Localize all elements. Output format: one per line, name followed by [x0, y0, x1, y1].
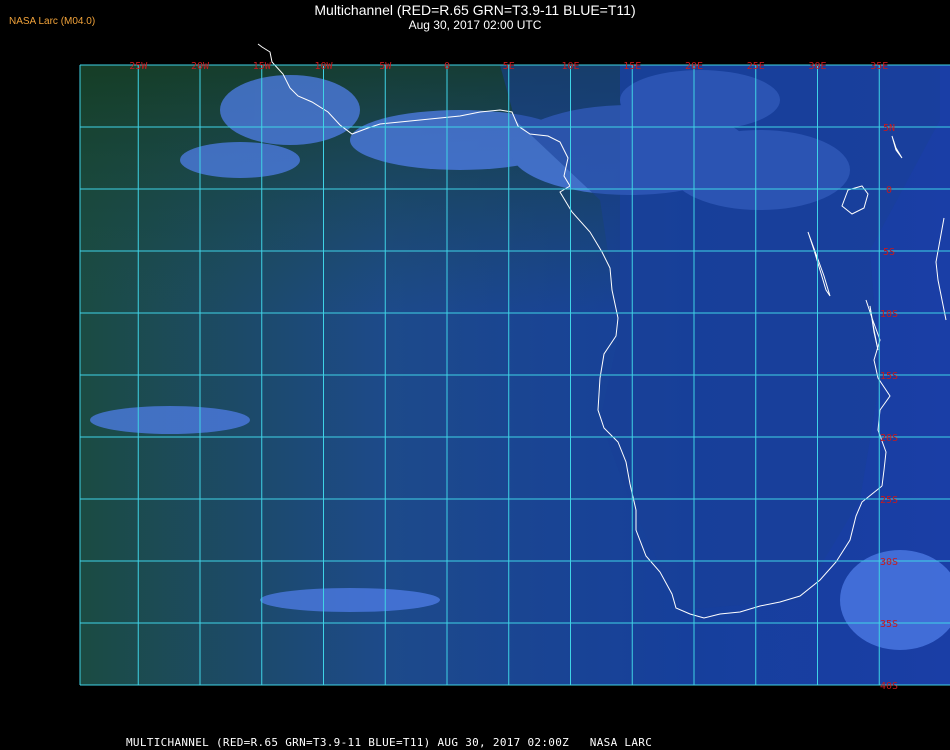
- footer-caption: MULTICHANNEL (RED=R.65 GRN=T3.9-11 BLUE=…: [126, 736, 653, 749]
- lon-label-10W: 10W: [314, 61, 333, 72]
- lat-label-30S: 30S: [880, 557, 898, 568]
- lon-label-35E: 35E: [870, 61, 888, 72]
- lon-label-25E: 25E: [747, 61, 765, 72]
- lon-label-10E: 10E: [561, 61, 579, 72]
- lon-label-20E: 20E: [685, 61, 703, 72]
- lat-label-5S: 5S: [883, 247, 895, 258]
- lat-label-10S: 10S: [880, 309, 898, 320]
- lon-label-5E: 5E: [503, 61, 515, 72]
- lon-label-25W: 25W: [129, 61, 148, 72]
- lon-label-30E: 30E: [808, 61, 826, 72]
- lon-label-20W: 20W: [191, 61, 210, 72]
- lon-label-0: 0: [444, 61, 450, 72]
- lat-label-0: 0: [886, 185, 892, 196]
- satellite-map[interactable]: 25W 20W 15W 10W 5W 0 5E 10E 15E 20E 25E 30E 35E 5N 0 5S…: [0, 0, 950, 750]
- lon-label-5W: 5W: [379, 61, 392, 72]
- lon-label-15W: 15W: [253, 61, 272, 72]
- lat-label-25S: 25S: [880, 495, 898, 506]
- bottom-black-strip: [80, 685, 950, 727]
- lat-label-40S: 40S: [880, 681, 898, 692]
- lat-label-35S: 35S: [880, 619, 898, 630]
- lon-label-15E: 15E: [623, 61, 641, 72]
- lat-label-5N: 5N: [883, 123, 895, 134]
- lat-label-15S: 15S: [880, 371, 898, 382]
- lat-label-20S: 20S: [880, 433, 898, 444]
